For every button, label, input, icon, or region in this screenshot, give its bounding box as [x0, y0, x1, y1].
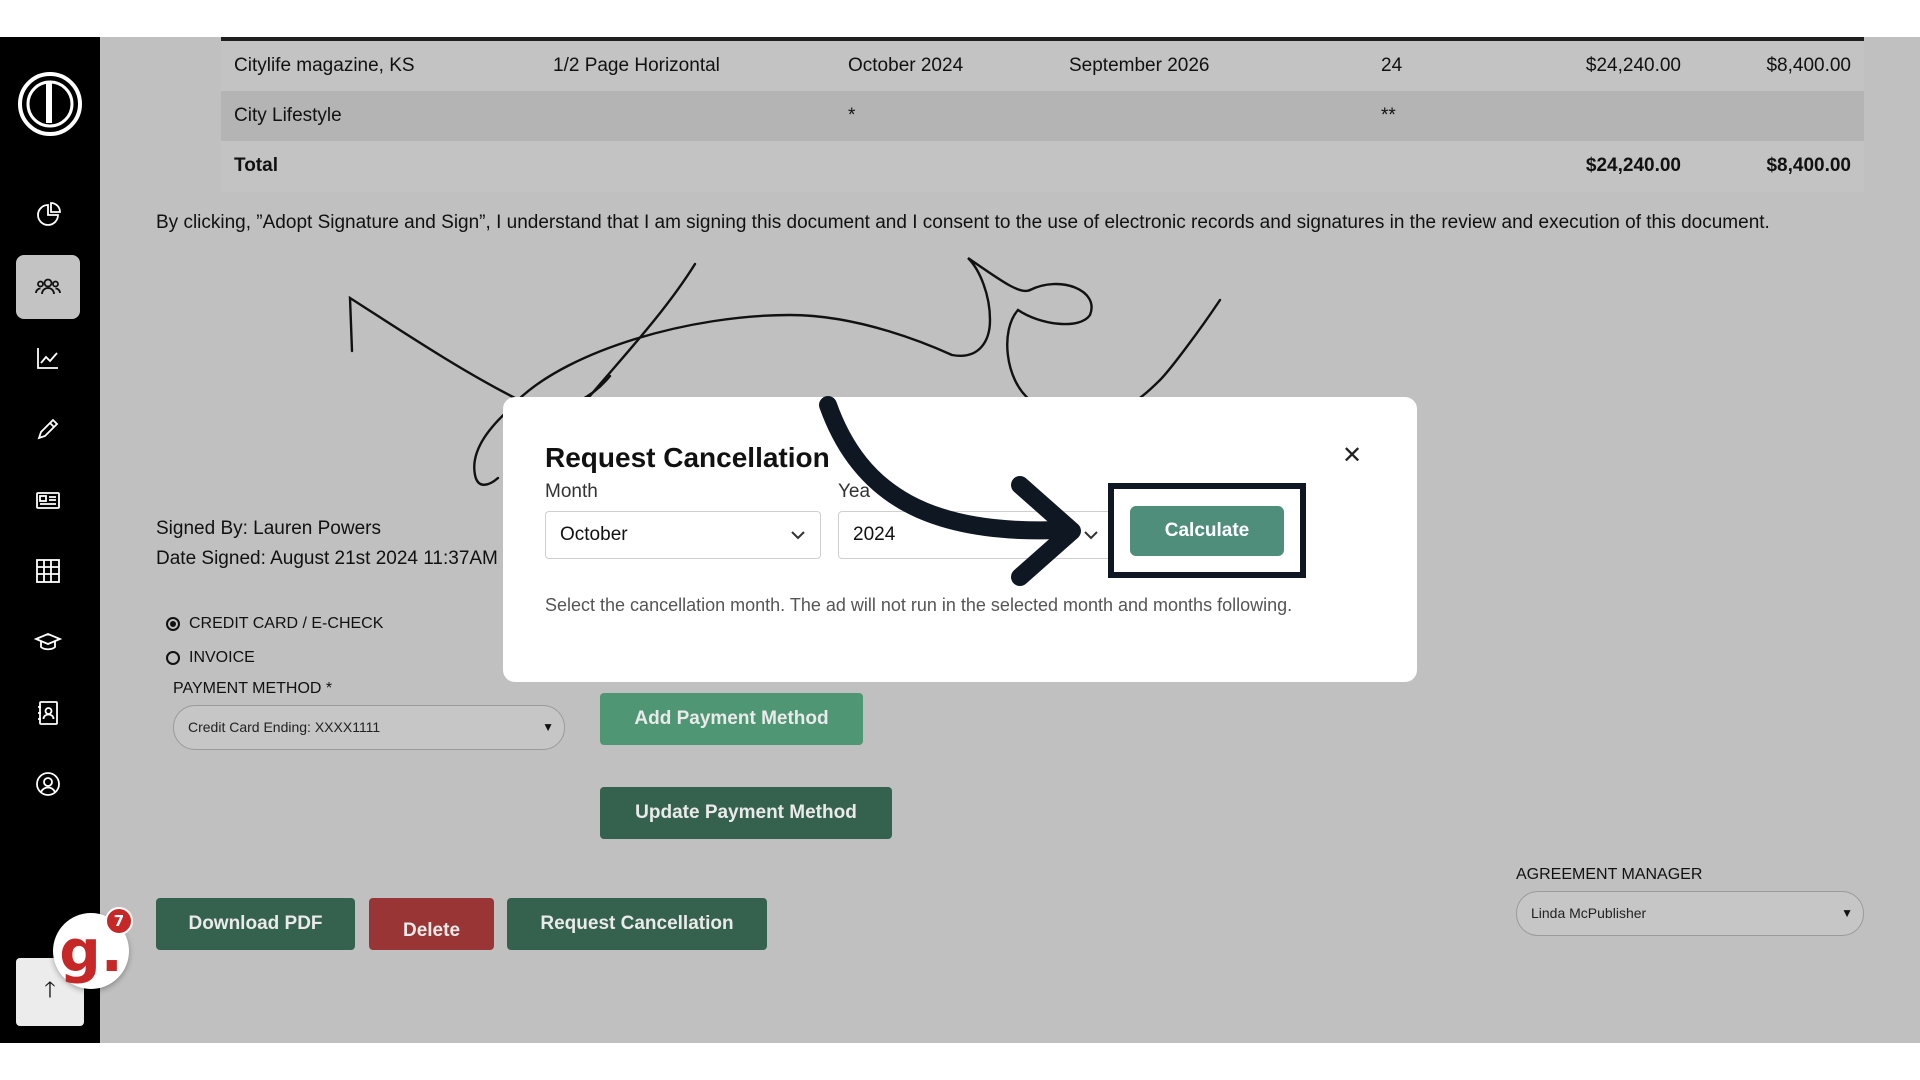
table-cell-issues: ** — [1381, 105, 1396, 126]
date-signed: Date Signed: August 21st 2024 11:37AM — [156, 548, 498, 569]
payment-method-value: Credit Card Ending: XXXX1111 — [188, 719, 381, 735]
month-value: October — [560, 524, 628, 545]
download-pdf-button[interactable]: Download PDF — [156, 898, 355, 950]
update-payment-method-button[interactable]: Update Payment Method — [600, 787, 892, 839]
table-cell-start: October 2024 — [848, 55, 964, 76]
radio-unchecked-icon[interactable] — [166, 651, 180, 665]
guide-widget-button[interactable]: g. 7 — [53, 907, 133, 989]
sidebar-item-edit[interactable] — [16, 397, 80, 461]
total-monthly-amount: $8,400.00 — [1766, 155, 1851, 176]
table-cell-start: * — [848, 105, 856, 126]
agreement-manager-select[interactable]: Linda McPublisher ▼ — [1516, 891, 1864, 936]
pointer-arrow-icon — [819, 396, 1081, 586]
newspaper-icon — [36, 492, 60, 509]
graduation-cap-icon — [34, 633, 62, 651]
pencil-icon — [37, 418, 59, 440]
grid-icon — [36, 559, 60, 583]
table-cell-end: September 2026 — [1069, 55, 1210, 76]
consent-text: By clicking, ”Adopt Signature and Sign”,… — [156, 212, 1770, 233]
sidebar-item-analytics[interactable] — [16, 326, 80, 390]
logo-icon[interactable] — [17, 71, 83, 137]
table-row: Citylife magazine, KS 1/2 Page Horizonta… — [221, 41, 1864, 91]
table-cell-publication: City Lifestyle — [234, 105, 342, 126]
calculate-highlight-box — [1108, 483, 1306, 578]
signed-by: Signed By: Lauren Powers — [156, 518, 381, 539]
close-icon[interactable]: ✕ — [1339, 443, 1365, 469]
payment-option-credit-card[interactable]: CREDIT CARD / E-CHECK — [166, 615, 383, 633]
sidebar-item-contacts[interactable] — [16, 681, 80, 745]
payment-option-label: INVOICE — [189, 649, 255, 666]
sidebar-item-education[interactable] — [16, 610, 80, 674]
table-cell-publication: Citylife magazine, KS — [234, 55, 415, 76]
table-cell-total-amount: $24,240.00 — [1585, 55, 1681, 76]
pie-chart-icon — [37, 202, 61, 226]
cancellation-help-text: Select the cancellation month. The ad wi… — [545, 595, 1293, 615]
add-payment-method-button[interactable]: Add Payment Method — [600, 693, 863, 745]
table-row: City Lifestyle * ** — [221, 91, 1864, 141]
payment-method-select[interactable]: Credit Card Ending: XXXX1111 ▼ — [173, 705, 565, 750]
payment-option-label: CREDIT CARD / E-CHECK — [189, 615, 384, 632]
agreement-manager-label: AGREEMENT MANAGER — [1516, 866, 1703, 883]
users-icon — [35, 278, 61, 295]
sidebar — [0, 37, 100, 1043]
radio-checked-icon[interactable] — [166, 617, 180, 631]
table-total-row: Total $24,240.00 $8,400.00 — [221, 141, 1864, 192]
total-label: Total — [234, 155, 278, 176]
trend-chart-icon — [37, 348, 58, 369]
agreement-manager-value: Linda McPublisher — [1531, 905, 1647, 921]
sidebar-item-news[interactable] — [16, 468, 80, 532]
payment-option-invoice[interactable]: INVOICE — [166, 649, 255, 667]
arrow-up-icon: 🡑 — [44, 977, 56, 1002]
contact-book-icon — [38, 701, 58, 725]
table-cell-monthly-amount: $8,400.00 — [1766, 55, 1851, 76]
sidebar-item-grid[interactable] — [16, 539, 80, 603]
total-amount: $24,240.00 — [1585, 155, 1681, 176]
table-cell-ad-size: 1/2 Page Horizontal — [553, 55, 720, 76]
month-select[interactable]: October — [545, 511, 821, 559]
user-circle-icon — [36, 772, 60, 796]
caret-down-icon: ▼ — [542, 720, 554, 734]
app-window: Citylife magazine, KS 1/2 Page Horizonta… — [0, 0, 1920, 1080]
table-cell-issues: 24 — [1381, 55, 1403, 76]
request-cancellation-button[interactable]: Request Cancellation — [507, 898, 767, 950]
sidebar-item-users[interactable] — [16, 255, 80, 319]
sidebar-item-profile[interactable] — [16, 752, 80, 816]
modal-title: Request Cancellation — [545, 442, 830, 473]
chevron-down-icon — [791, 531, 805, 540]
notification-count-badge: 7 — [105, 907, 133, 935]
delete-button[interactable]: Delete — [369, 898, 494, 950]
orders-table: Citylife magazine, KS 1/2 Page Horizonta… — [221, 37, 1864, 192]
sidebar-item-dashboard[interactable] — [16, 183, 80, 247]
payment-method-label: PAYMENT METHOD * — [173, 680, 333, 697]
month-label: Month — [545, 481, 598, 502]
caret-down-icon: ▼ — [1841, 906, 1853, 920]
